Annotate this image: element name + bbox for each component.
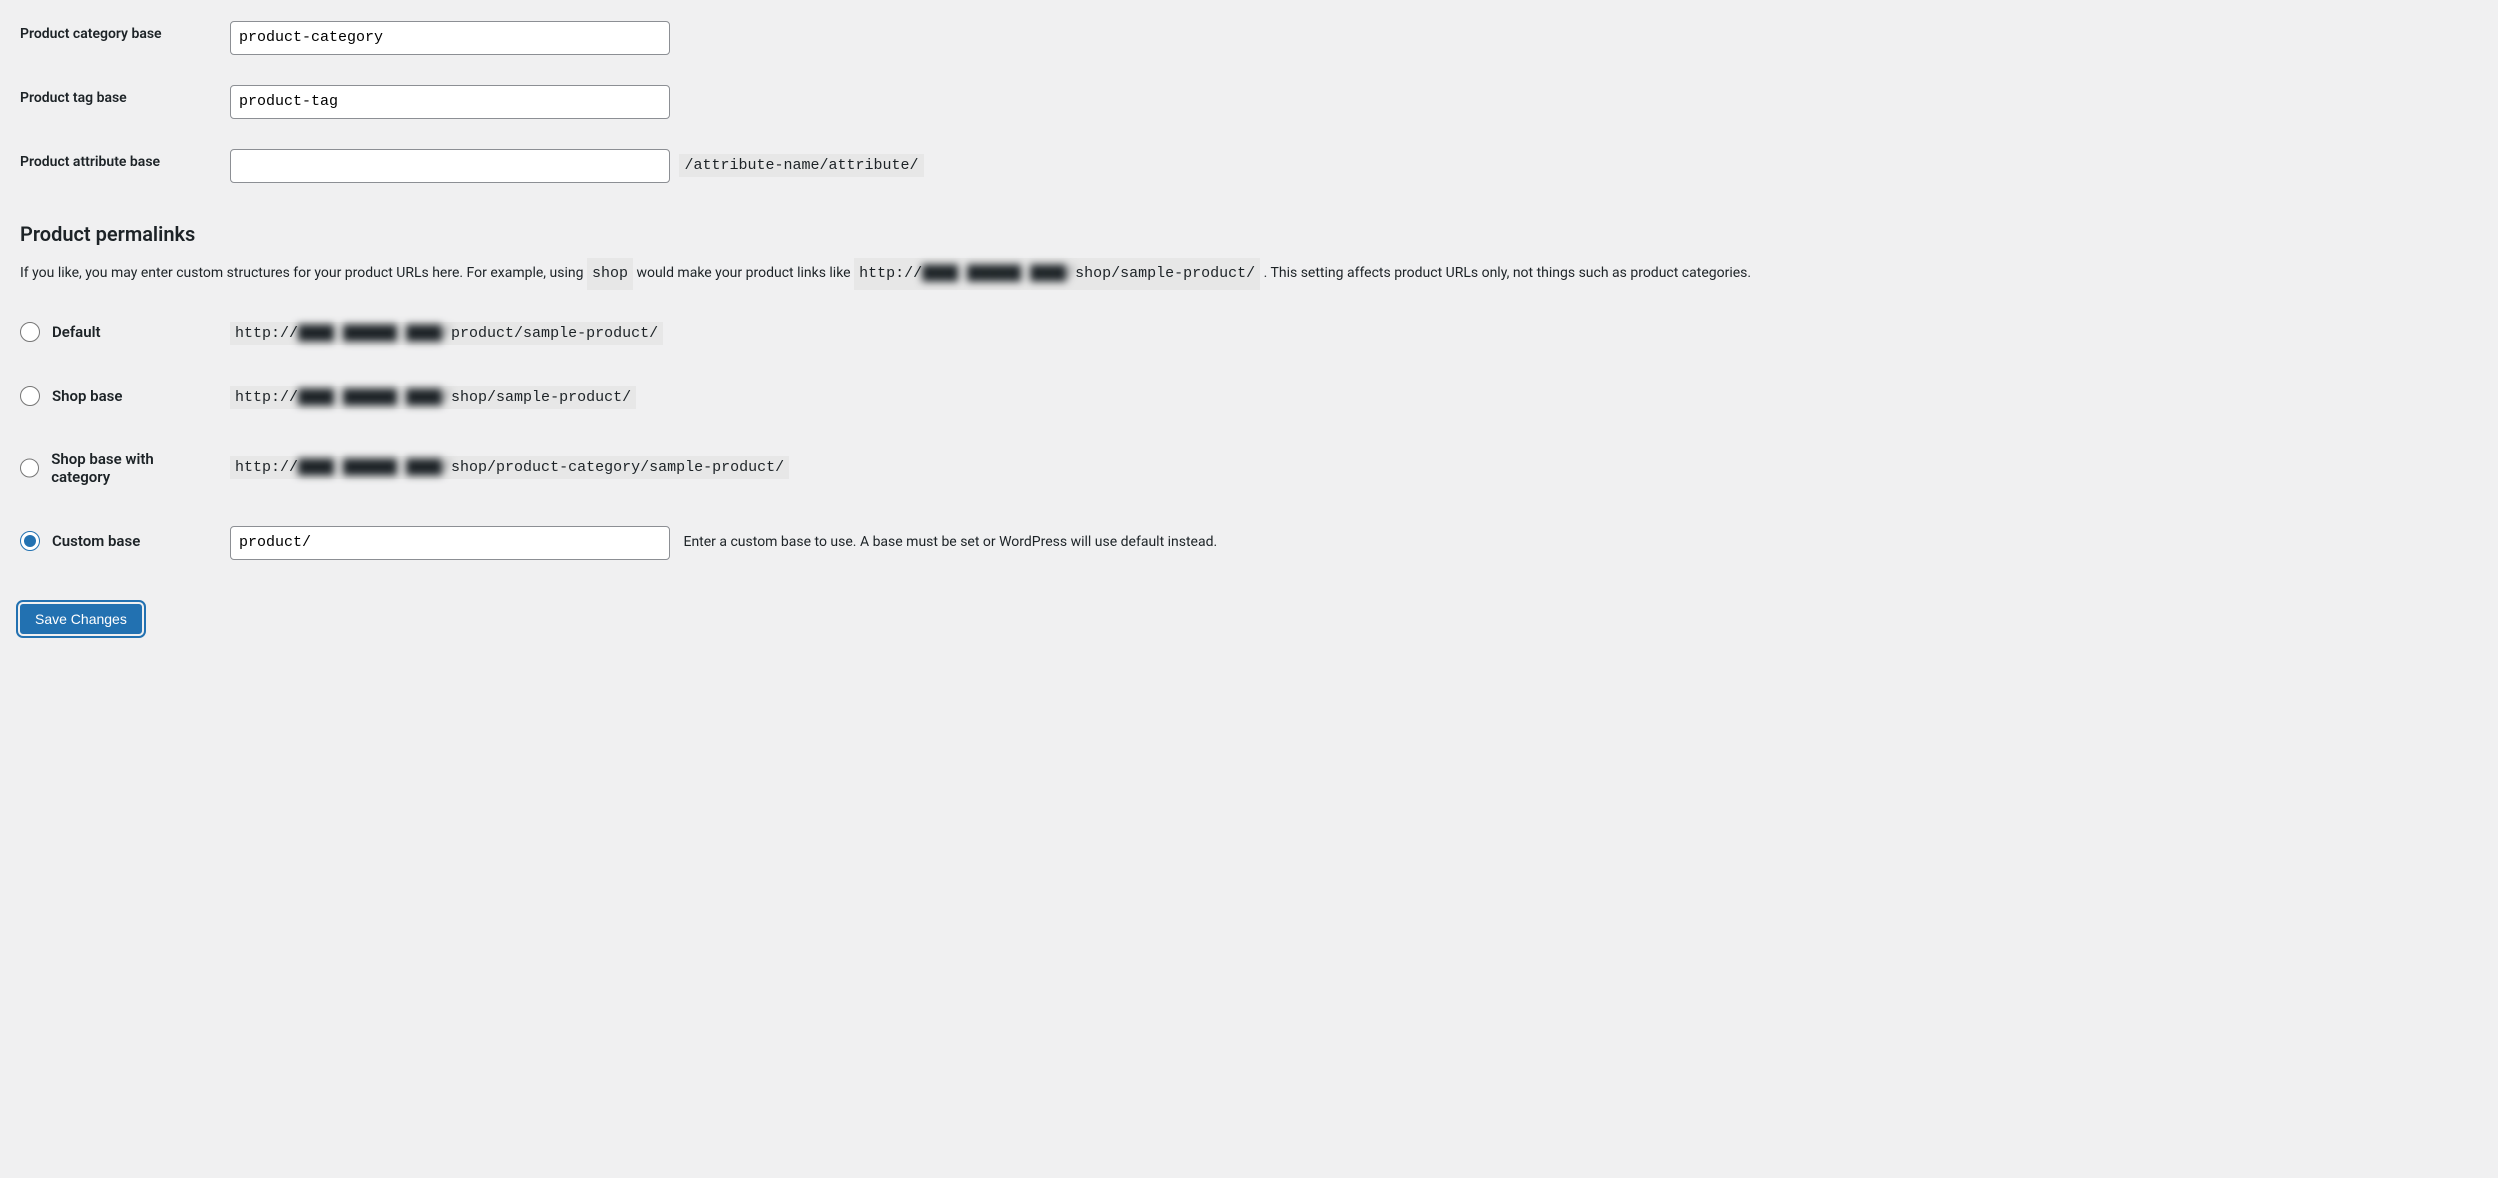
- product-attribute-base-input[interactable]: [230, 149, 670, 183]
- option-custom-label[interactable]: Custom base: [20, 531, 140, 551]
- option-shop-base-radio[interactable]: [20, 386, 40, 406]
- permalinks-description: If you like, you may enter custom struct…: [20, 258, 2478, 290]
- product-category-base-input[interactable]: [230, 21, 670, 55]
- option-custom-radio[interactable]: [20, 531, 40, 551]
- option-shop-base-cat-label[interactable]: Shop base with category: [20, 450, 210, 486]
- product-attribute-base-label: Product attribute base: [20, 154, 160, 170]
- example-url-code: http://████ ██████ ████/shop/sample-prod…: [854, 258, 1260, 290]
- shop-base-url-code: http://████ ██████ ████/shop/sample-prod…: [230, 386, 636, 409]
- permalink-options-table: Default http://████ ██████ ████/product/…: [20, 302, 2478, 580]
- custom-base-description: Enter a custom base to use. A base must …: [683, 534, 1217, 550]
- product-tag-base-label: Product tag base: [20, 90, 127, 106]
- option-shop-base-cat-radio[interactable]: [20, 458, 39, 478]
- product-permalinks-heading: Product permalinks: [20, 222, 2478, 246]
- shop-base-cat-url-code: http://████ ██████ ████/shop/product-cat…: [230, 456, 789, 479]
- custom-base-input[interactable]: [230, 526, 670, 560]
- default-url-code: http://████ ██████ ████/product/sample-p…: [230, 322, 663, 345]
- option-shop-base-label[interactable]: Shop base: [20, 386, 122, 406]
- option-default-radio[interactable]: [20, 322, 40, 342]
- attribute-suffix-code: /attribute-name/attribute/: [679, 154, 923, 177]
- product-tag-base-input[interactable]: [230, 85, 670, 119]
- product-category-base-label: Product category base: [20, 26, 162, 42]
- base-fields-table: Product category base Product tag base P…: [20, 6, 2478, 198]
- shop-example-code: shop: [587, 258, 633, 290]
- option-default-label[interactable]: Default: [20, 322, 101, 342]
- save-changes-button[interactable]: Save Changes: [20, 604, 142, 634]
